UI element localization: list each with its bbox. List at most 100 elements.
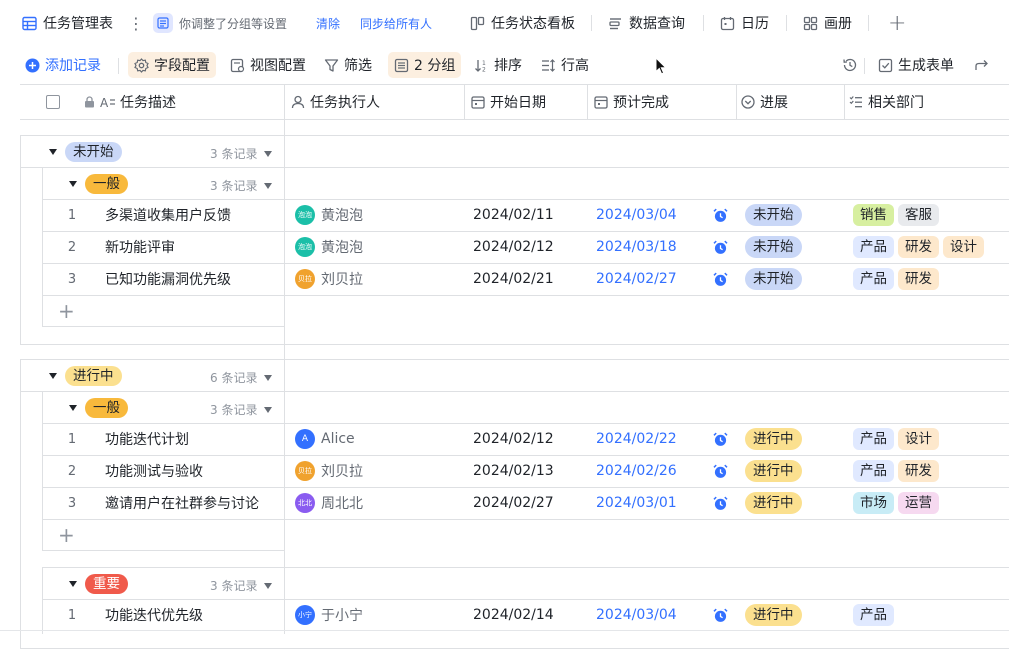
assignee-cell[interactable]: A Alice: [295, 423, 355, 455]
subgroup-header-normal[interactable]: 一般: [69, 397, 128, 419]
table-row[interactable]: 2 新功能评审 泡泡 黄泡泡 2024/02/12 2024/03/18 未开始…: [42, 231, 1009, 263]
assignee-cell[interactable]: 北北 周北北: [295, 487, 363, 519]
start-date[interactable]: 2024/02/14: [473, 599, 554, 631]
department-tags[interactable]: 产品 研发: [853, 263, 943, 295]
clear-link[interactable]: 清除: [316, 0, 340, 46]
add-row-button[interactable]: +: [58, 297, 75, 325]
task-description[interactable]: 功能测试与验收: [105, 455, 203, 487]
collapse-caret-icon[interactable]: [49, 373, 57, 379]
view-config-button[interactable]: 视图配置: [224, 52, 312, 78]
sync-to-all-link[interactable]: 同步给所有人: [360, 0, 432, 46]
row-height-button[interactable]: 行高: [535, 52, 595, 78]
add-view-button[interactable]: +: [888, 0, 906, 46]
column-header-task[interactable]: A 任务描述: [84, 85, 176, 119]
status-badge[interactable]: 未开始: [745, 268, 802, 290]
group-header-in-progress[interactable]: 进行中: [49, 365, 122, 387]
start-date[interactable]: 2024/02/11: [473, 199, 554, 231]
department-tags[interactable]: 产品: [853, 599, 898, 631]
task-description[interactable]: 功能迭代计划: [105, 423, 189, 455]
alarm-clock-icon[interactable]: [713, 423, 728, 455]
column-header-progress[interactable]: 进展: [741, 85, 788, 119]
column-header-assignee[interactable]: 任务执行人: [291, 85, 380, 119]
department-tags[interactable]: 产品 研发: [853, 455, 943, 487]
status-badge[interactable]: 进行中: [745, 460, 802, 482]
status-badge[interactable]: 进行中: [745, 428, 802, 450]
assignee-name: 刘贝拉: [321, 464, 363, 480]
department-tags[interactable]: 销售 客服: [853, 199, 943, 231]
assignee-cell[interactable]: 小宁 于小宁: [295, 599, 363, 631]
assignee-cell[interactable]: 贝拉 刘贝拉: [295, 263, 363, 295]
field-config-button[interactable]: 字段配置: [128, 52, 216, 78]
column-header-start-date[interactable]: 开始日期: [471, 85, 546, 119]
tab-gallery[interactable]: 画册: [803, 0, 852, 46]
start-date[interactable]: 2024/02/13: [473, 455, 554, 487]
share-icon[interactable]: [968, 52, 996, 78]
subgroup-count[interactable]: 3 条记录: [210, 577, 273, 594]
tab-calendar[interactable]: 日历: [720, 0, 769, 46]
due-date[interactable]: 2024/03/04: [596, 199, 677, 231]
due-date[interactable]: 2024/02/22: [596, 423, 677, 455]
collapse-caret-icon[interactable]: [69, 181, 77, 187]
group-count[interactable]: 6 条记录: [210, 369, 273, 386]
due-date[interactable]: 2024/02/27: [596, 263, 677, 295]
table-row[interactable]: 3 已知功能漏洞优先级 贝拉 刘贝拉 2024/02/21 2024/02/27…: [42, 263, 1009, 295]
select-all-checkbox[interactable]: [46, 85, 60, 119]
status-badge[interactable]: 进行中: [745, 604, 802, 626]
task-description[interactable]: 多渠道收集用户反馈: [105, 199, 231, 231]
table-row[interactable]: 3 邀请用户在社群参与讨论 北北 周北北 2024/02/27 2024/03/…: [42, 487, 1009, 519]
tab-task-table[interactable]: 任务管理表: [22, 0, 113, 46]
group-count[interactable]: 3 条记录: [210, 145, 273, 162]
assignee-cell[interactable]: 泡泡 黄泡泡: [295, 199, 363, 231]
filter-button[interactable]: 筛选: [318, 52, 378, 78]
task-description[interactable]: 功能迭代优先级: [105, 599, 203, 631]
collapse-caret-icon[interactable]: [69, 581, 77, 587]
collapse-caret-icon[interactable]: [49, 149, 57, 155]
due-date[interactable]: 2024/03/18: [596, 231, 677, 263]
subgroup-header-important[interactable]: 重要: [69, 573, 128, 595]
group-header-not-started[interactable]: 未开始: [49, 141, 122, 163]
history-icon[interactable]: [836, 52, 864, 78]
department-tags[interactable]: 产品 设计: [853, 423, 943, 455]
status-badge[interactable]: 未开始: [745, 236, 802, 258]
assignee-cell[interactable]: 泡泡 黄泡泡: [295, 231, 363, 263]
table-row[interactable]: 1 功能迭代计划 A Alice 2024/02/12 2024/02/22 进…: [42, 423, 1009, 455]
more-vertical-icon[interactable]: ⋮: [128, 0, 144, 46]
add-row-button[interactable]: +: [58, 521, 75, 549]
table-row[interactable]: 1 功能迭代优先级 小宁 于小宁 2024/02/14 2024/03/04 进…: [42, 599, 1009, 631]
sort-button[interactable]: 12 排序: [468, 52, 528, 78]
group-button[interactable]: 2 分组: [388, 52, 462, 78]
column-header-departments[interactable]: 相关部门: [849, 85, 924, 119]
due-date[interactable]: 2024/03/04: [596, 599, 677, 631]
task-description[interactable]: 新功能评审: [105, 231, 175, 263]
column-header-due-date[interactable]: 预计完成: [594, 85, 669, 119]
add-record-button[interactable]: 添加记录: [19, 52, 107, 78]
generate-form-button[interactable]: 生成表单: [872, 52, 960, 78]
collapse-caret-icon[interactable]: [69, 405, 77, 411]
task-description[interactable]: 邀请用户在社群参与讨论: [105, 487, 259, 519]
subgroup-count[interactable]: 3 条记录: [210, 177, 273, 194]
alarm-clock-icon[interactable]: [713, 199, 728, 231]
subgroup-count[interactable]: 3 条记录: [210, 401, 273, 418]
due-date[interactable]: 2024/03/01: [596, 487, 677, 519]
table-row[interactable]: 1 多渠道收集用户反馈 泡泡 黄泡泡 2024/02/11 2024/03/04…: [42, 199, 1009, 231]
alarm-clock-icon[interactable]: [713, 599, 728, 631]
table-row[interactable]: 2 功能测试与验收 贝拉 刘贝拉 2024/02/13 2024/02/26 进…: [42, 455, 1009, 487]
start-date[interactable]: 2024/02/12: [473, 423, 554, 455]
due-date[interactable]: 2024/02/26: [596, 455, 677, 487]
alarm-clock-icon[interactable]: [713, 487, 728, 519]
subgroup-header-normal[interactable]: 一般: [69, 173, 128, 195]
task-description[interactable]: 已知功能漏洞优先级: [105, 263, 231, 295]
start-date[interactable]: 2024/02/12: [473, 231, 554, 263]
status-badge[interactable]: 未开始: [745, 204, 802, 226]
tab-data-query[interactable]: 数据查询: [608, 0, 685, 46]
status-badge[interactable]: 进行中: [745, 492, 802, 514]
alarm-clock-icon[interactable]: [713, 455, 728, 487]
assignee-cell[interactable]: 贝拉 刘贝拉: [295, 455, 363, 487]
alarm-clock-icon[interactable]: [713, 231, 728, 263]
start-date[interactable]: 2024/02/21: [473, 263, 554, 295]
start-date[interactable]: 2024/02/27: [473, 487, 554, 519]
department-tags[interactable]: 产品 研发 设计: [853, 231, 988, 263]
department-tags[interactable]: 市场 运营: [853, 487, 943, 519]
tab-kanban[interactable]: 任务状态看板: [470, 0, 575, 46]
alarm-clock-icon[interactable]: [713, 263, 728, 295]
